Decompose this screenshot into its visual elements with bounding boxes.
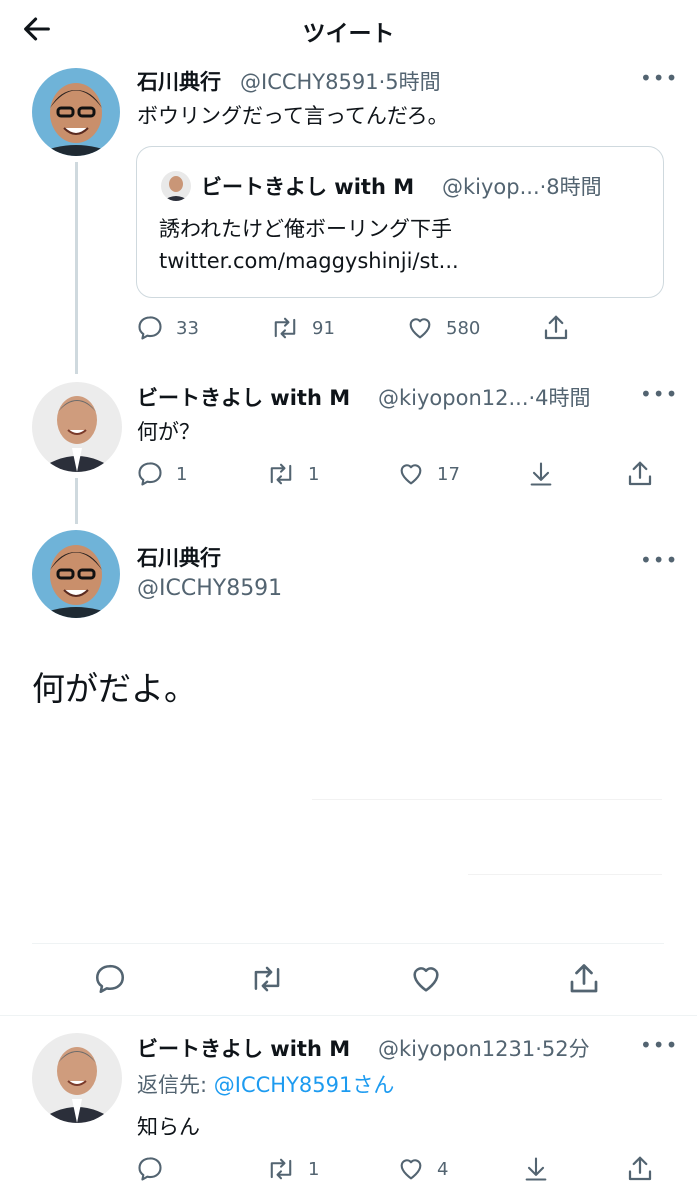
- tweet-author-name[interactable]: 石川典行: [137, 66, 221, 96]
- reply-tweet[interactable]: ビートきよし with M @kiyopon1231·52分 ••• 返信先: …: [0, 1025, 697, 1200]
- quote-avatar: [161, 171, 191, 201]
- avatar[interactable]: [32, 68, 120, 156]
- retweet-action[interactable]: 91: [270, 314, 335, 342]
- share-action[interactable]: [625, 459, 667, 489]
- reply-action[interactable]: 33: [136, 314, 199, 342]
- quote-author-meta: @kiyop...·8時間: [442, 175, 602, 199]
- section-divider: [0, 1015, 697, 1016]
- page-title: ツイート: [302, 21, 395, 47]
- retweet-icon: [270, 1158, 292, 1180]
- like-count: 580: [446, 317, 481, 339]
- replying-to-link[interactable]: @ICCHY8591さん: [214, 1073, 395, 1097]
- download-action[interactable]: [522, 1154, 562, 1184]
- reply-action[interactable]: [136, 1155, 176, 1183]
- like-count: 4: [437, 1158, 449, 1180]
- retweet-count: 91: [312, 317, 335, 339]
- avatar[interactable]: [32, 382, 122, 472]
- speech-bubble-icon: [138, 1157, 162, 1181]
- tweet-1[interactable]: 石川典行 @ICCHY8591·5時間 ••• ボウリングだって言ってんだろ。 …: [0, 58, 697, 358]
- avatar-kiyoshi-small-icon: [161, 171, 191, 201]
- download-action[interactable]: [527, 459, 567, 489]
- tweet-author-meta: @kiyopon12...·4時間: [378, 386, 591, 410]
- retweet-action[interactable]: 1: [266, 460, 319, 488]
- like-action[interactable]: 17: [397, 460, 460, 488]
- main-action-bar: [0, 960, 697, 1010]
- tweet-author-meta: @ICCHY8591·5時間: [240, 70, 441, 94]
- reply-count: 33: [176, 317, 199, 339]
- tweet-text: 何が？: [137, 420, 200, 444]
- main-author-handle: @ICCHY8591: [137, 576, 283, 601]
- tweet-text: ボウリングだって言ってんだろ。: [137, 104, 449, 128]
- share-icon: [570, 964, 598, 993]
- retweet-icon: [270, 463, 292, 485]
- divider: [32, 943, 664, 944]
- like-action[interactable]: 580: [406, 314, 480, 342]
- more-dots-icon[interactable]: •••: [640, 382, 678, 406]
- avatar-kiyoshi-icon: [32, 382, 122, 472]
- tweet-author-name[interactable]: ビートきよし with M: [137, 382, 350, 412]
- retweet-icon: [254, 966, 280, 992]
- retweet-action[interactable]: 1: [266, 1155, 319, 1183]
- speech-bubble-icon: [95, 964, 125, 994]
- main-tweet: 石川典行 @ICCHY8591 ••• 何がだよ。: [0, 528, 697, 1008]
- heart-icon: [400, 464, 422, 485]
- reply-author-meta: @kiyopon1231·52分: [378, 1037, 590, 1061]
- reply-author-name[interactable]: ビートきよし with M: [137, 1033, 350, 1063]
- like-action[interactable]: 4: [397, 1155, 448, 1183]
- share-icon: [544, 315, 568, 340]
- retweet-count: 1: [308, 1158, 320, 1180]
- heart-icon: [400, 1159, 422, 1180]
- tweet-2[interactable]: ビートきよし with M @kiyopon12...·4時間 ••• 何が？ …: [0, 374, 697, 504]
- faint-line: [312, 799, 662, 800]
- top-bar: ツイート: [0, 0, 697, 58]
- speech-bubble-icon: [138, 462, 162, 486]
- retweet-button[interactable]: [249, 962, 297, 996]
- speech-bubble-icon: [138, 316, 162, 340]
- avatar-ishikawa-icon: [32, 530, 120, 618]
- reply-text: 知らん: [137, 1115, 200, 1139]
- main-tweet-text: 何がだよ。: [32, 669, 197, 708]
- avatar-ishikawa-icon: [32, 68, 120, 156]
- share-button[interactable]: [566, 961, 614, 997]
- retweet-count: 1: [308, 463, 320, 485]
- main-author-name[interactable]: 石川典行: [137, 542, 221, 572]
- avatar[interactable]: [32, 530, 120, 618]
- share-action[interactable]: [541, 313, 583, 343]
- download-icon: [525, 1157, 547, 1181]
- heart-icon: [409, 318, 431, 339]
- avatar-kiyoshi-icon: [32, 1033, 122, 1123]
- reply-button[interactable]: [93, 962, 139, 996]
- like-count: 17: [437, 463, 460, 485]
- avatar[interactable]: [32, 1033, 122, 1123]
- replying-to: 返信先: @ICCHY8591さん: [137, 1069, 394, 1099]
- replying-to-prefix: 返信先:: [137, 1073, 214, 1097]
- more-dots-icon[interactable]: •••: [640, 548, 678, 572]
- download-icon: [530, 462, 552, 486]
- quote-author-name: ビートきよし with M: [201, 175, 415, 199]
- share-icon: [628, 1156, 652, 1181]
- share-action[interactable]: [625, 1154, 667, 1184]
- more-dots-icon[interactable]: •••: [640, 1033, 678, 1057]
- reply-count: 1: [176, 463, 188, 485]
- faint-line: [468, 874, 662, 875]
- share-icon: [628, 461, 652, 486]
- retweet-icon: [274, 317, 296, 339]
- quote-text: 誘われたけど俺ボーリング下手: [159, 217, 452, 241]
- quote-link[interactable]: twitter.com/maggyshinji/st...: [159, 249, 459, 273]
- quoted-tweet[interactable]: ビートきよし with M @kiyop...·8時間 誘われたけど俺ボーリング…: [136, 146, 664, 298]
- like-button[interactable]: [409, 962, 455, 996]
- reply-action[interactable]: 1: [136, 460, 187, 488]
- heart-icon: [413, 967, 439, 992]
- more-dots-icon[interactable]: •••: [640, 66, 678, 90]
